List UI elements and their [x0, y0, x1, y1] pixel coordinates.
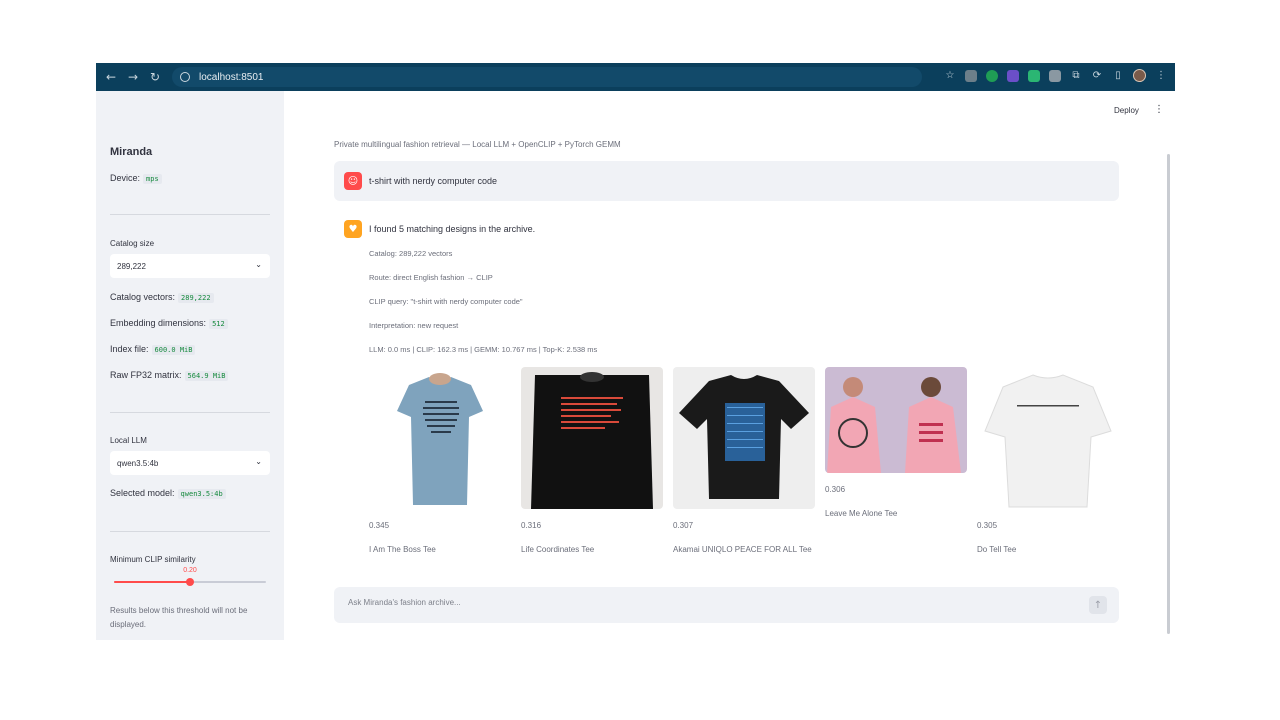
result-score: 0.305 [977, 521, 998, 530]
extensions-row: ☆ ⧉ ⟳ ▯ ⋮ [944, 69, 1167, 82]
arrow-left-icon[interactable]: ← [100, 70, 122, 84]
result-image[interactable] [369, 367, 511, 509]
local-llm-value: qwen3.5:4b [117, 458, 159, 468]
sync-icon[interactable]: ⟳ [1091, 70, 1103, 82]
tshirt-image [521, 367, 663, 509]
selected-model-value: qwen3.5:4b [177, 489, 226, 499]
assistant-avatar-icon: ♥ [344, 220, 362, 238]
shield-icon[interactable] [1028, 69, 1040, 82]
meta-line: Interpretation: new request [369, 321, 459, 330]
catalog-size-select[interactable]: 289,222 ⌄ [110, 254, 270, 278]
profile-avatar[interactable] [1133, 69, 1146, 82]
extension-icon[interactable] [1049, 69, 1061, 82]
tshirt-image [673, 367, 815, 509]
device-label: Device: [110, 173, 141, 183]
chevron-down-icon: ⌄ [255, 457, 262, 466]
selected-model-label: Selected model: [110, 488, 175, 498]
site-info-icon[interactable] [180, 72, 190, 82]
stat-label: Embedding dimensions: [110, 318, 207, 328]
result-image[interactable] [521, 367, 663, 509]
stat-value: 564.9 MiB [184, 371, 229, 381]
result-image[interactable] [673, 367, 815, 509]
chat-input[interactable] [348, 598, 1048, 607]
send-button[interactable]: ↑ [1089, 596, 1107, 614]
result-score: 0.345 [369, 521, 390, 530]
result-name: Do Tell Tee [977, 545, 1017, 554]
meta-line: Route: direct English fashion → CLIP [369, 273, 493, 282]
menu-dots-icon[interactable]: ⋮ [1155, 70, 1167, 82]
chat-input-container: ↑ [334, 587, 1119, 623]
extension-icon[interactable] [965, 69, 977, 82]
stat-label: Catalog vectors: [110, 292, 176, 302]
sidebar-divider [110, 412, 270, 413]
slider-value: 0.20 [183, 567, 197, 574]
assistant-message-text: I found 5 matching designs in the archiv… [369, 224, 536, 234]
tshirt-image [825, 367, 967, 473]
slider-fill [114, 581, 190, 583]
deploy-button[interactable]: Deploy [1114, 106, 1139, 115]
meta-line: CLIP query: "t-shirt with nerdy computer… [369, 297, 523, 306]
stat-row: Catalog vectors: 289,222 [110, 292, 214, 303]
user-avatar-icon: ☺ [344, 172, 362, 190]
tshirt-image [977, 367, 1119, 509]
tshirt-image [369, 367, 511, 509]
user-message-text: t-shirt with nerdy computer code [369, 176, 498, 186]
catalog-size-label: Catalog size [110, 239, 155, 248]
result-image[interactable] [977, 367, 1119, 509]
user-message: ☺ t-shirt with nerdy computer code [334, 161, 1119, 201]
meta-line: LLM: 0.0 ms | CLIP: 162.3 ms | GEMM: 10.… [369, 345, 598, 354]
result-score: 0.316 [521, 521, 542, 530]
address-bar[interactable]: localhost:8501 [172, 67, 922, 87]
scrollbar[interactable] [1167, 154, 1170, 634]
chevron-down-icon: ⌄ [255, 260, 262, 269]
result-name: Life Coordinates Tee [521, 545, 595, 554]
stat-value: 512 [209, 319, 228, 329]
extension-icon[interactable] [986, 69, 998, 82]
browser-window: ← → ↻ localhost:8501 ☆ ⧉ ⟳ ▯ ⋮ Miranda D… [96, 63, 1175, 640]
browser-toolbar: ← → ↻ localhost:8501 ☆ ⧉ ⟳ ▯ ⋮ [96, 63, 1175, 91]
local-llm-select[interactable]: qwen3.5:4b ⌄ [110, 451, 270, 475]
result-name: Akamai UNIQLO PEACE FOR ALL Tee [673, 545, 812, 554]
stat-row: Embedding dimensions: 512 [110, 318, 228, 329]
arrow-up-icon: ↑ [1093, 599, 1103, 611]
sidebar-divider [110, 214, 270, 215]
main-content: Deploy ⋮ Private multilingual fashion re… [284, 91, 1175, 640]
page-caption: Private multilingual fashion retrieval —… [334, 140, 621, 149]
result-name: I Am The Boss Tee [369, 545, 436, 554]
arrow-right-icon[interactable]: → [122, 70, 144, 84]
stat-value: 600.0 MiB [151, 345, 196, 355]
device-value: mps [143, 174, 162, 184]
similarity-label: Minimum CLIP similarity [110, 555, 196, 564]
stat-row: Index file: 600.0 MiB [110, 344, 196, 355]
reload-icon[interactable]: ↻ [144, 70, 166, 84]
url-text: localhost:8501 [199, 71, 264, 83]
local-llm-label: Local LLM [110, 436, 147, 445]
threshold-note: Results below this threshold will not be… [110, 606, 248, 629]
selected-model-row: Selected model: qwen3.5:4b [110, 488, 226, 499]
meta-line: Catalog: 289,222 vectors [369, 249, 453, 258]
sidebar-panel-icon[interactable]: ▯ [1112, 70, 1124, 82]
stat-row: Raw FP32 matrix: 564.9 MiB [110, 370, 229, 381]
stat-label: Raw FP32 matrix: [110, 370, 182, 380]
sidebar-divider [110, 531, 270, 532]
extension-icon[interactable] [1007, 69, 1019, 82]
puzzle-icon[interactable]: ⧉ [1070, 70, 1082, 82]
result-score: 0.307 [673, 521, 694, 530]
sidebar: Miranda Device: mps Catalog size 289,222 … [96, 91, 284, 640]
slider-thumb[interactable] [186, 578, 194, 586]
result-name: Leave Me Alone Tee [825, 509, 898, 518]
stat-value: 289,222 [178, 293, 214, 303]
main-menu-icon[interactable]: ⋮ [1154, 104, 1164, 115]
stat-label: Index file: [110, 344, 149, 354]
result-image[interactable] [825, 367, 967, 473]
result-score: 0.306 [825, 485, 846, 494]
device-row: Device: mps [110, 173, 162, 184]
sidebar-title: Miranda [110, 146, 153, 158]
similarity-slider[interactable]: 0.20 [114, 567, 266, 586]
bookmark-star-icon[interactable]: ☆ [944, 70, 956, 82]
catalog-size-value: 289,222 [117, 261, 146, 271]
